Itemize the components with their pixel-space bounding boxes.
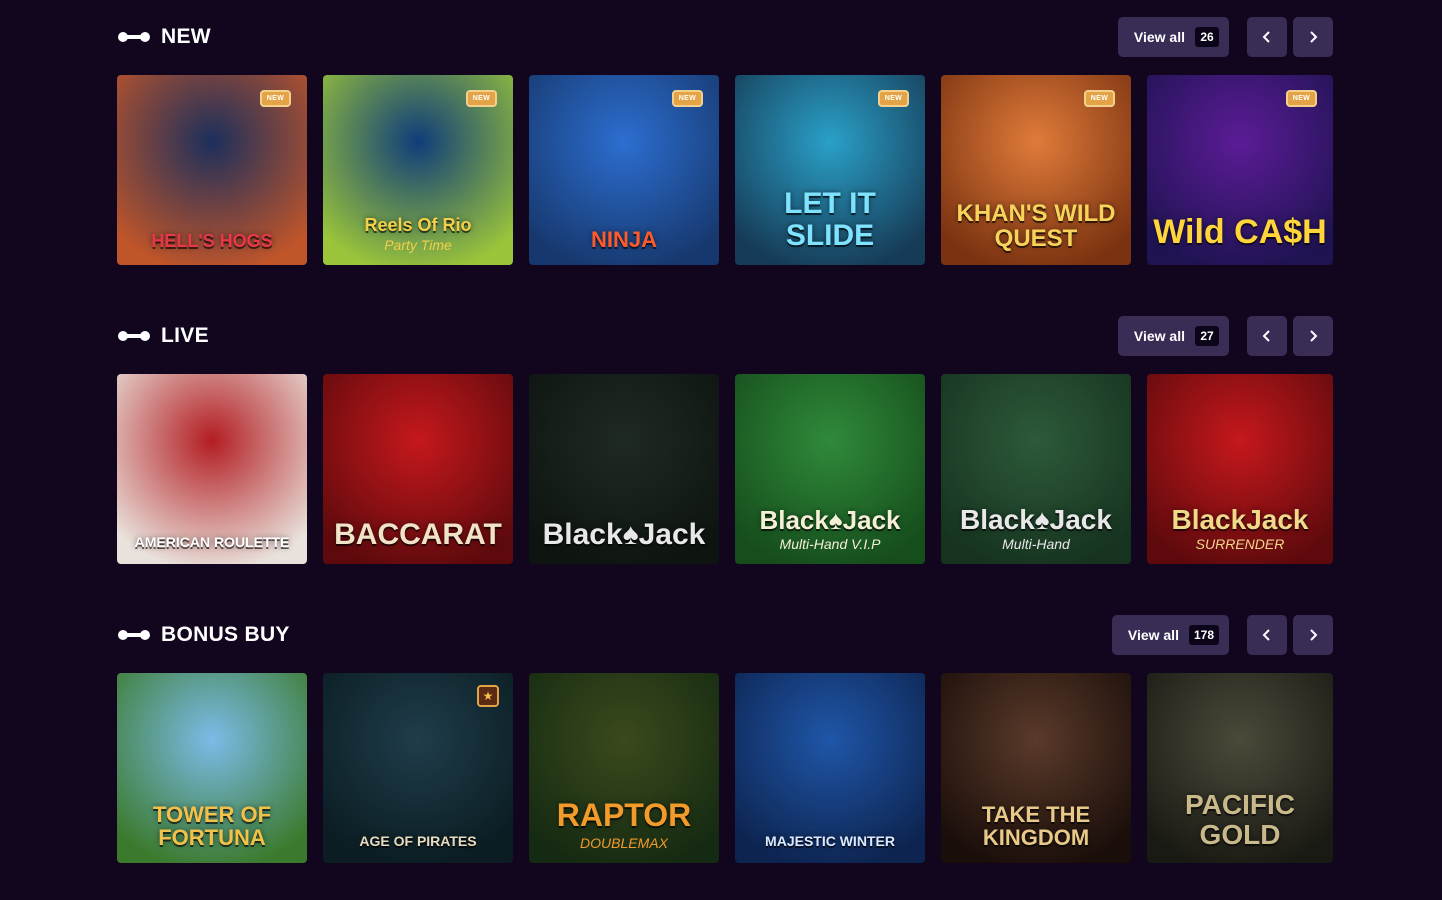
game-card[interactable]: AGE OF PIRATES ★ (323, 673, 513, 863)
section-live: LIVE View all 27 AMERICAN ROULETTE BACCAR… (117, 316, 1333, 566)
game-title: PACIFIC GOLD (1185, 789, 1295, 850)
new-badge: NEW (671, 90, 703, 107)
section-header: BONUS BUY View all 178 (117, 615, 1333, 655)
section-title: LIVE (117, 322, 209, 350)
game-title: Black♠Jack (759, 504, 901, 535)
chevron-left-icon (1262, 629, 1270, 641)
game-card[interactable]: Black♠Jack Multi-Hand (941, 374, 1131, 564)
game-card[interactable]: Black♠Jack (529, 374, 719, 564)
game-card[interactable]: RAPTOR DOUBLEMAX (529, 673, 719, 863)
game-card[interactable]: BlackJack SURRENDER (1147, 374, 1333, 564)
count-badge: 178 (1188, 625, 1219, 645)
game-card[interactable]: NINJA NEW (529, 75, 719, 265)
new-badge: NEW (259, 90, 291, 107)
game-title: BACCARAT (334, 517, 502, 551)
star-icon: ★ (477, 685, 499, 707)
game-card[interactable]: AMERICAN ROULETTE (117, 374, 307, 564)
next-button[interactable] (1293, 615, 1333, 655)
game-title: Wild CA$H (1153, 213, 1327, 252)
prev-button[interactable] (1247, 17, 1287, 57)
game-subtitle: SURRENDER (1195, 536, 1285, 552)
section-title-text: NEW (161, 25, 211, 48)
game-carousel: HELL'S HOGS NEW Reels Of Rio Party Time NEW N… (117, 75, 1333, 265)
prev-button[interactable] (1247, 615, 1287, 655)
section-header: LIVE View all 27 (117, 316, 1333, 356)
section-title-text: BONUS BUY (161, 623, 290, 646)
section-controls: View all 178 (1111, 615, 1333, 655)
game-card[interactable]: MAJESTIC WINTER (735, 673, 925, 863)
chevron-right-icon (1310, 31, 1318, 43)
view-all-label: View all (1127, 627, 1179, 643)
game-title: MAJESTIC WINTER (765, 833, 895, 850)
view-all-label: View all (1133, 29, 1185, 45)
game-card[interactable]: PACIFIC GOLD (1147, 673, 1333, 863)
section-header: NEW View all 26 (117, 17, 1333, 57)
section-controls: View all 26 (1117, 17, 1333, 57)
game-card[interactable]: LET IT SLIDE NEW (735, 75, 925, 265)
infinity-logo-icon (118, 32, 150, 42)
game-title: AGE OF PIRATES (359, 833, 477, 850)
game-card[interactable]: Reels Of Rio Party Time NEW (323, 75, 513, 265)
next-button[interactable] (1293, 316, 1333, 356)
game-title: Black♠Jack (960, 503, 1112, 535)
new-badge: NEW (877, 90, 909, 107)
game-title: BlackJack (1171, 503, 1309, 535)
count-badge: 27 (1195, 326, 1219, 346)
chevron-left-icon (1262, 31, 1270, 43)
section-bonus-buy: BONUS BUY View all 178 TOWER OF FORTUNA A… (117, 615, 1333, 865)
game-title: HELL'S HOGS (151, 231, 273, 252)
chevron-right-icon (1310, 629, 1318, 641)
game-title: AMERICAN ROULETTE (134, 534, 290, 551)
game-card[interactable]: BACCARAT (323, 374, 513, 564)
prev-button[interactable] (1247, 316, 1287, 356)
game-card[interactable]: TOWER OF FORTUNA (117, 673, 307, 863)
infinity-logo-icon (118, 331, 150, 341)
section-new: NEW View all 26 HELL'S HOGS NEW Reels Of R… (117, 17, 1333, 267)
game-subtitle: Multi-Hand (1002, 536, 1070, 552)
infinity-logo-icon (118, 630, 150, 640)
view-all-button[interactable]: View all 27 (1117, 316, 1229, 356)
game-carousel: AMERICAN ROULETTE BACCARAT Black♠Jack Black… (117, 374, 1333, 564)
new-badge: NEW (465, 90, 497, 107)
section-title: NEW (117, 23, 211, 51)
next-button[interactable] (1293, 17, 1333, 57)
new-badge: NEW (1285, 90, 1317, 107)
game-card[interactable]: HELL'S HOGS NEW (117, 75, 307, 265)
section-controls: View all 27 (1117, 316, 1333, 356)
game-subtitle: Party Time (384, 237, 452, 253)
new-badge: NEW (1083, 90, 1115, 107)
game-title: TOWER OF FORTUNA (152, 801, 272, 850)
game-title: LET IT SLIDE (784, 187, 876, 252)
game-title: Reels Of Rio (364, 215, 472, 236)
count-badge: 26 (1195, 27, 1219, 47)
chevron-right-icon (1310, 330, 1318, 342)
game-card[interactable]: TAKE THE KINGDOM (941, 673, 1131, 863)
game-title: NINJA (590, 226, 657, 252)
chevron-left-icon (1262, 330, 1270, 342)
game-card[interactable]: KHAN'S WILD QUEST NEW (941, 75, 1131, 265)
game-carousel: TOWER OF FORTUNA AGE OF PIRATES ★ RAPTOR DOU… (117, 673, 1333, 863)
view-all-button[interactable]: View all 178 (1111, 615, 1229, 655)
game-subtitle: DOUBLEMAX (580, 835, 668, 851)
game-card[interactable]: Black♠Jack Multi-Hand V.I.P (735, 374, 925, 564)
game-title: KHAN'S WILD QUEST (956, 199, 1116, 252)
view-all-label: View all (1133, 328, 1185, 344)
game-subtitle: Multi-Hand V.I.P (779, 536, 881, 552)
view-all-button[interactable]: View all 26 (1117, 17, 1229, 57)
section-title: BONUS BUY (117, 621, 290, 649)
game-title: Black♠Jack (542, 517, 706, 551)
section-title-text: LIVE (161, 324, 209, 347)
game-title: RAPTOR (556, 797, 692, 834)
game-card[interactable]: Wild CA$H NEW (1147, 75, 1333, 265)
game-title: TAKE THE KINGDOM (981, 801, 1091, 850)
